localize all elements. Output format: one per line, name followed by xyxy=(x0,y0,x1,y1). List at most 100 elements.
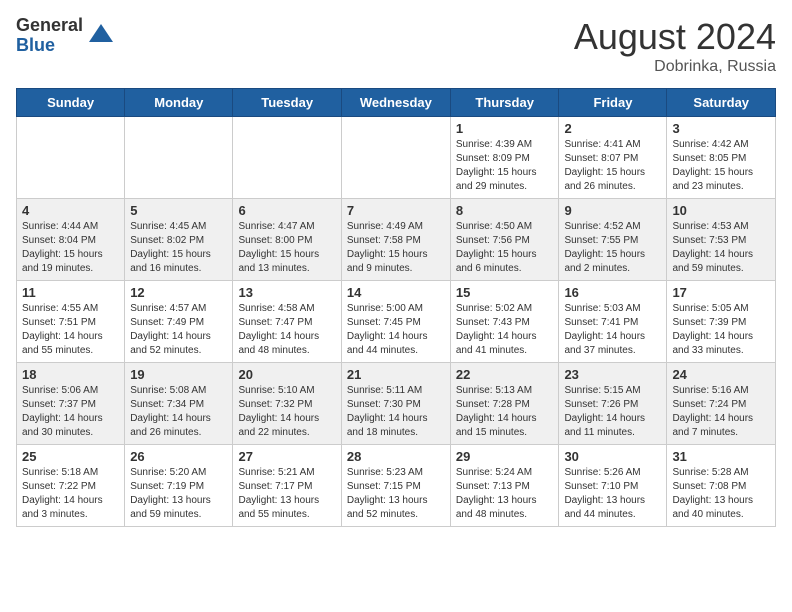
day-info: Sunrise: 5:03 AMSunset: 7:41 PMDaylight:… xyxy=(564,302,661,358)
month-year-title: August 2024 xyxy=(574,16,776,58)
day-info: Sunrise: 5:05 AMSunset: 7:39 PMDaylight:… xyxy=(672,302,770,358)
calendar-cell: 31 Sunrise: 5:28 AMSunset: 7:08 PMDayligh… xyxy=(667,445,776,527)
day-info: Sunrise: 5:00 AMSunset: 7:45 PMDaylight:… xyxy=(347,302,445,358)
calendar-cell: 17 Sunrise: 5:05 AMSunset: 7:39 PMDayligh… xyxy=(667,281,776,363)
day-number: 28 xyxy=(347,449,445,464)
day-info: Sunrise: 5:06 AMSunset: 7:37 PMDaylight:… xyxy=(22,384,119,440)
calendar-cell: 27Sunrise: 5:21 AMSunset: 7:17 PMDayligh… xyxy=(233,445,341,527)
day-number: 3 xyxy=(672,121,770,136)
day-info: Sunrise: 4:45 AMSunset: 8:02 PMDaylight:… xyxy=(130,220,227,276)
day-number: 23 xyxy=(564,367,661,382)
day-info: Sunrise: 5:15 AMSunset: 7:26 PMDaylight:… xyxy=(564,384,661,440)
calendar-header-row: SundayMondayTuesdayWednesdayThursdayFrid… xyxy=(17,89,776,117)
day-info: Sunrise: 5:24 AMSunset: 7:13 PMDaylight:… xyxy=(456,466,554,522)
calendar-week-row: 25 Sunrise: 5:18 AMSunset: 7:22 PMDayligh… xyxy=(17,445,776,527)
calendar-cell: 25 Sunrise: 5:18 AMSunset: 7:22 PMDayligh… xyxy=(17,445,125,527)
day-number: 29 xyxy=(456,449,554,464)
day-info: Sunrise: 4:39 AMSunset: 8:09 PMDaylight:… xyxy=(456,138,554,194)
day-number: 12 xyxy=(130,285,227,300)
day-number: 5 xyxy=(130,203,227,218)
calendar-cell: 9 Sunrise: 4:52 AMSunset: 7:55 PMDaylight… xyxy=(559,199,667,281)
calendar-cell: 7Sunrise: 4:49 AMSunset: 7:58 PMDaylight… xyxy=(341,199,450,281)
day-header-thursday: Thursday xyxy=(450,89,559,117)
calendar-cell xyxy=(341,117,450,199)
calendar-cell: 16 Sunrise: 5:03 AMSunset: 7:41 PMDayligh… xyxy=(559,281,667,363)
day-number: 14 xyxy=(347,285,445,300)
calendar-cell xyxy=(125,117,233,199)
calendar-cell: 29 Sunrise: 5:24 AMSunset: 7:13 PMDayligh… xyxy=(450,445,559,527)
day-info: Sunrise: 4:58 AMSunset: 7:47 PMDaylight:… xyxy=(238,302,335,358)
day-number: 7 xyxy=(347,203,445,218)
day-header-monday: Monday xyxy=(125,89,233,117)
day-info: Sunrise: 5:20 AMSunset: 7:19 PMDaylight:… xyxy=(130,466,227,522)
calendar-week-row: 1 Sunrise: 4:39 AMSunset: 8:09 PMDaylight… xyxy=(17,117,776,199)
location-subtitle: Dobrinka, Russia xyxy=(574,58,776,76)
day-number: 17 xyxy=(672,285,770,300)
day-number: 25 xyxy=(22,449,119,464)
calendar-table: SundayMondayTuesdayWednesdayThursdayFrid… xyxy=(16,88,776,527)
day-info: Sunrise: 4:47 AMSunset: 8:00 PMDaylight:… xyxy=(238,220,335,276)
day-info: Sunrise: 5:28 AMSunset: 7:08 PMDaylight:… xyxy=(672,466,770,522)
calendar-cell: 14 Sunrise: 5:00 AMSunset: 7:45 PMDayligh… xyxy=(341,281,450,363)
day-number: 26 xyxy=(130,449,227,464)
day-number: 13 xyxy=(238,285,335,300)
day-header-sunday: Sunday xyxy=(17,89,125,117)
calendar-cell: 22Sunrise: 5:13 AMSunset: 7:28 PMDayligh… xyxy=(450,363,559,445)
calendar-cell xyxy=(17,117,125,199)
day-info: Sunrise: 5:23 AMSunset: 7:15 PMDaylight:… xyxy=(347,466,445,522)
day-number: 22 xyxy=(456,367,554,382)
day-info: Sunrise: 5:11 AMSunset: 7:30 PMDaylight:… xyxy=(347,384,445,440)
calendar-cell: 8 Sunrise: 4:50 AMSunset: 7:56 PMDaylight… xyxy=(450,199,559,281)
day-info: Sunrise: 5:16 AMSunset: 7:24 PMDaylight:… xyxy=(672,384,770,440)
calendar-cell: 21Sunrise: 5:11 AMSunset: 7:30 PMDayligh… xyxy=(341,363,450,445)
day-number: 31 xyxy=(672,449,770,464)
day-number: 27 xyxy=(238,449,335,464)
day-number: 10 xyxy=(672,203,770,218)
calendar-cell: 4 Sunrise: 4:44 AMSunset: 8:04 PMDaylight… xyxy=(17,199,125,281)
day-info: Sunrise: 4:52 AMSunset: 7:55 PMDaylight:… xyxy=(564,220,661,276)
day-info: Sunrise: 4:44 AMSunset: 8:04 PMDaylight:… xyxy=(22,220,119,276)
calendar-cell: 13 Sunrise: 4:58 AMSunset: 7:47 PMDayligh… xyxy=(233,281,341,363)
day-header-friday: Friday xyxy=(559,89,667,117)
day-info: Sunrise: 4:41 AMSunset: 8:07 PMDaylight:… xyxy=(564,138,661,194)
day-number: 8 xyxy=(456,203,554,218)
calendar-cell: 6 Sunrise: 4:47 AMSunset: 8:00 PMDaylight… xyxy=(233,199,341,281)
calendar-cell: 2 Sunrise: 4:41 AMSunset: 8:07 PMDaylight… xyxy=(559,117,667,199)
calendar-week-row: 11 Sunrise: 4:55 AMSunset: 7:51 PMDayligh… xyxy=(17,281,776,363)
logo-blue-text: Blue xyxy=(16,36,83,56)
calendar-cell: 12 Sunrise: 4:57 AMSunset: 7:49 PMDayligh… xyxy=(125,281,233,363)
calendar-cell: 11 Sunrise: 4:55 AMSunset: 7:51 PMDayligh… xyxy=(17,281,125,363)
day-number: 2 xyxy=(564,121,661,136)
day-number: 6 xyxy=(238,203,335,218)
day-number: 11 xyxy=(22,285,119,300)
day-info: Sunrise: 4:57 AMSunset: 7:49 PMDaylight:… xyxy=(130,302,227,358)
day-number: 30 xyxy=(564,449,661,464)
day-number: 24 xyxy=(672,367,770,382)
day-info: Sunrise: 4:55 AMSunset: 7:51 PMDaylight:… xyxy=(22,302,119,358)
calendar-cell: 5 Sunrise: 4:45 AMSunset: 8:02 PMDaylight… xyxy=(125,199,233,281)
day-info: Sunrise: 4:50 AMSunset: 7:56 PMDaylight:… xyxy=(456,220,554,276)
day-number: 19 xyxy=(130,367,227,382)
calendar-week-row: 18Sunrise: 5:06 AMSunset: 7:37 PMDayligh… xyxy=(17,363,776,445)
day-info: Sunrise: 5:18 AMSunset: 7:22 PMDaylight:… xyxy=(22,466,119,522)
calendar-cell: 3Sunrise: 4:42 AMSunset: 8:05 PMDaylight… xyxy=(667,117,776,199)
day-number: 16 xyxy=(564,285,661,300)
calendar-cell: 24 Sunrise: 5:16 AMSunset: 7:24 PMDayligh… xyxy=(667,363,776,445)
day-info: Sunrise: 4:53 AMSunset: 7:53 PMDaylight:… xyxy=(672,220,770,276)
logo: General Blue xyxy=(16,16,115,56)
day-info: Sunrise: 5:08 AMSunset: 7:34 PMDaylight:… xyxy=(130,384,227,440)
calendar-cell: 18Sunrise: 5:06 AMSunset: 7:37 PMDayligh… xyxy=(17,363,125,445)
page-header: General Blue August 2024 Dobrinka, Russi… xyxy=(16,16,776,76)
logo-general-text: General xyxy=(16,16,83,36)
day-info: Sunrise: 5:02 AMSunset: 7:43 PMDaylight:… xyxy=(456,302,554,358)
day-header-wednesday: Wednesday xyxy=(341,89,450,117)
day-header-saturday: Saturday xyxy=(667,89,776,117)
day-number: 9 xyxy=(564,203,661,218)
calendar-cell: 15Sunrise: 5:02 AMSunset: 7:43 PMDayligh… xyxy=(450,281,559,363)
day-number: 20 xyxy=(238,367,335,382)
calendar-cell: 19 Sunrise: 5:08 AMSunset: 7:34 PMDayligh… xyxy=(125,363,233,445)
day-number: 4 xyxy=(22,203,119,218)
day-number: 1 xyxy=(456,121,554,136)
day-info: Sunrise: 5:10 AMSunset: 7:32 PMDaylight:… xyxy=(238,384,335,440)
calendar-cell: 20 Sunrise: 5:10 AMSunset: 7:32 PMDayligh… xyxy=(233,363,341,445)
